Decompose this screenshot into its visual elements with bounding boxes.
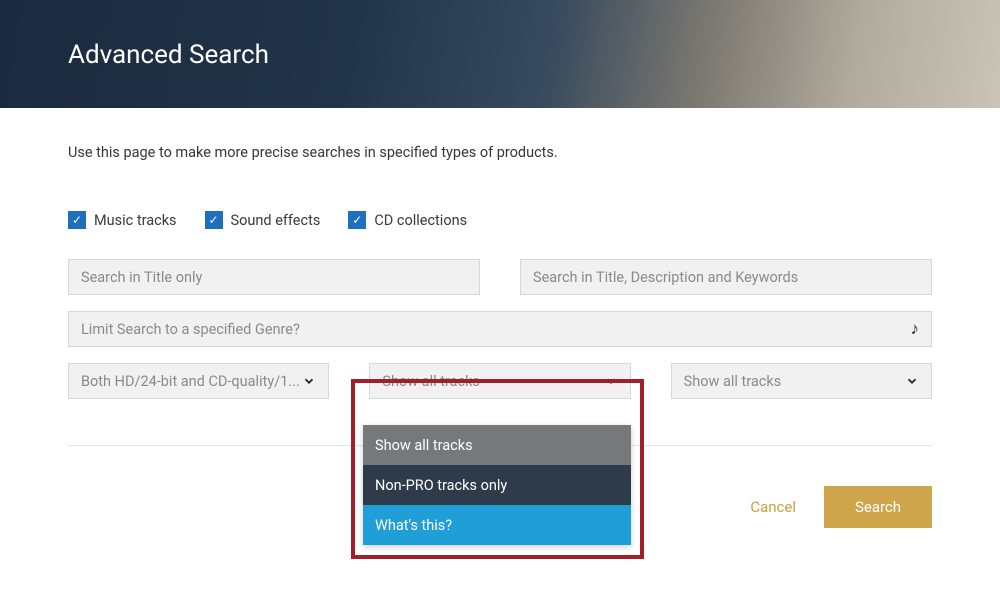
cancel-button[interactable]: Cancel [750,498,796,516]
checkbox-label: Music tracks [94,212,177,229]
pro-filter-select[interactable]: Show all tracks [369,363,630,399]
input-placeholder: Search in Title only [81,269,202,286]
chevron-down-icon [905,374,919,388]
pro-filter-select-right[interactable]: Show all tracks [671,363,932,399]
search-button[interactable]: Search [824,486,932,528]
input-placeholder: Search in Title, Description and Keyword… [533,269,798,286]
music-note-icon: ♪ [911,319,920,339]
checkbox-label: Sound effects [231,212,321,229]
title-only-input[interactable]: Search in Title only [68,259,480,295]
checkbox-music-tracks[interactable]: ✓ Music tracks [68,211,177,229]
select-row: Both HD/24-bit and CD-quality/1... Show … [68,363,932,399]
input-placeholder: Limit Search to a specified Genre? [81,321,300,338]
chevron-down-icon [302,374,316,388]
quality-select[interactable]: Both HD/24-bit and CD-quality/1... [68,363,329,399]
chevron-down-icon [604,374,618,388]
select-value: Show all tracks [382,373,480,390]
product-type-checkboxes: ✓ Music tracks ✓ Sound effects ✓ CD coll… [68,211,932,229]
page-title: Advanced Search [68,40,932,70]
content-area: Use this page to make more precise searc… [0,108,1000,528]
page-header: Advanced Search [0,0,1000,108]
intro-text: Use this page to make more precise searc… [68,144,932,161]
select-value: Show all tracks [684,373,782,390]
checkbox-sound-effects[interactable]: ✓ Sound effects [205,211,321,229]
check-icon: ✓ [68,211,86,229]
dropdown-option-show-all[interactable]: Show all tracks [363,425,631,465]
genre-input[interactable]: Limit Search to a specified Genre? ♪ [68,311,932,347]
checkbox-cd-collections[interactable]: ✓ CD collections [348,211,467,229]
search-row-1: Search in Title only Search in Title, De… [68,259,932,295]
dropdown-option-whats-this[interactable]: What's this? [363,505,631,545]
checkbox-label: CD collections [374,212,467,229]
check-icon: ✓ [348,211,366,229]
check-icon: ✓ [205,211,223,229]
pro-filter-dropdown: Show all tracks Non-PRO tracks only What… [363,425,631,545]
search-row-2: Limit Search to a specified Genre? ♪ [68,311,932,347]
select-value: Both HD/24-bit and CD-quality/1... [81,373,300,390]
dropdown-option-non-pro[interactable]: Non-PRO tracks only [363,465,631,505]
all-fields-input[interactable]: Search in Title, Description and Keyword… [520,259,932,295]
